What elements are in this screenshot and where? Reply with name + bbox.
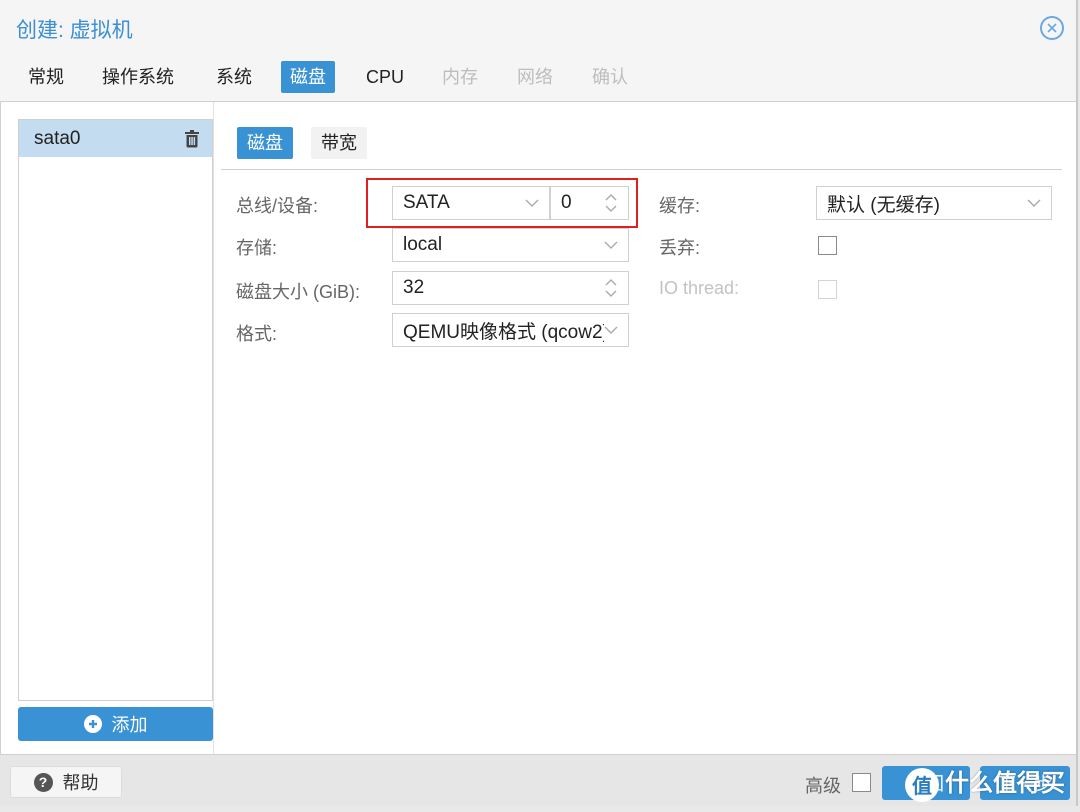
dialog-footer: ? 帮助 高级 返回 下一步 值什么值得买 <box>0 754 1076 806</box>
dialog-title: 创建: 虚拟机 <box>16 19 133 42</box>
bus-select[interactable]: SATA <box>392 186 550 220</box>
format-select[interactable]: QEMU映像格式 (qcow2) <box>392 313 629 347</box>
io-thread-checkbox <box>818 280 837 299</box>
advanced-label: 高级 <box>805 776 841 796</box>
tab-confirm: 确认 <box>592 67 628 87</box>
next-button-label: 下一步 <box>998 774 1052 794</box>
disk-size-label: 磁盘大小 (GiB): <box>236 282 360 302</box>
chevron-down-icon <box>604 241 618 249</box>
help-button-label: 帮助 <box>62 773 99 793</box>
next-button[interactable]: 下一步 <box>980 766 1070 800</box>
back-button[interactable]: 返回 <box>882 766 970 800</box>
help-button[interactable]: ? 帮助 <box>10 766 122 798</box>
subtab-disk[interactable]: 磁盘 <box>237 127 293 159</box>
add-button-label: 添加 <box>111 715 148 735</box>
disk-subtabs: 磁盘 带宽 <box>221 102 1062 170</box>
tab-memory: 内存 <box>442 67 478 87</box>
storage-select[interactable]: local <box>392 228 629 262</box>
advanced-checkbox[interactable] <box>852 773 871 792</box>
tab-disk[interactable]: 磁盘 <box>281 61 335 93</box>
cache-value: 默认 (无缓存) <box>827 194 940 216</box>
tab-network: 网络 <box>517 67 553 87</box>
bus-value: SATA <box>403 192 450 213</box>
chevron-down-icon <box>1027 199 1041 207</box>
spinner-arrows-icon[interactable] <box>604 191 618 215</box>
content-panel: sata0 添加 磁盘 带宽 总线/设备: SATA 0 存储: local 磁… <box>0 102 1076 754</box>
tab-os[interactable]: 操作系统 <box>93 61 183 93</box>
add-disk-button[interactable]: 添加 <box>18 707 213 741</box>
question-circle-icon: ? <box>33 772 53 792</box>
disk-size-value: 32 <box>403 277 425 298</box>
spinner-arrows-icon[interactable] <box>604 276 618 300</box>
create-vm-dialog: 创建: 虚拟机 常规 操作系统 系统 磁盘 CPU 内存 网络 确认 sata0 <box>0 0 1078 806</box>
chevron-down-icon <box>525 199 539 207</box>
chevron-down-icon <box>604 326 618 334</box>
format-value: QEMU映像格式 (qcow2) <box>403 321 604 343</box>
plus-circle-icon <box>83 715 102 733</box>
disk-list-item[interactable]: sata0 <box>19 120 212 157</box>
device-number-spinner[interactable]: 0 <box>550 186 629 220</box>
device-value: 0 <box>561 192 572 213</box>
panel-divider <box>213 102 214 754</box>
cache-select[interactable]: 默认 (无缓存) <box>816 186 1052 220</box>
title-bar: 创建: 虚拟机 <box>0 0 1076 56</box>
tab-system[interactable]: 系统 <box>207 61 261 93</box>
close-button[interactable] <box>1040 16 1064 40</box>
wizard-tabs: 常规 操作系统 系统 磁盘 CPU 内存 网络 确认 <box>0 56 1076 102</box>
bus-device-label: 总线/设备: <box>236 196 319 216</box>
discard-label: 丢弃: <box>659 238 701 258</box>
discard-checkbox[interactable] <box>818 236 837 255</box>
storage-value: local <box>403 234 443 255</box>
io-thread-label: IO thread: <box>659 278 740 298</box>
trash-icon[interactable] <box>184 129 200 148</box>
cache-label: 缓存: <box>659 196 701 216</box>
disk-list: sata0 <box>18 119 213 701</box>
storage-label: 存储: <box>236 238 278 258</box>
format-label: 格式: <box>236 324 278 344</box>
disk-item-label: sata0 <box>34 127 81 149</box>
tab-cpu[interactable]: CPU <box>357 61 413 93</box>
tab-general[interactable]: 常规 <box>19 61 73 93</box>
disk-size-input[interactable]: 32 <box>392 271 629 305</box>
back-button-label: 返回 <box>908 774 944 794</box>
subtab-bandwidth[interactable]: 带宽 <box>311 127 367 159</box>
close-icon <box>1047 23 1057 33</box>
